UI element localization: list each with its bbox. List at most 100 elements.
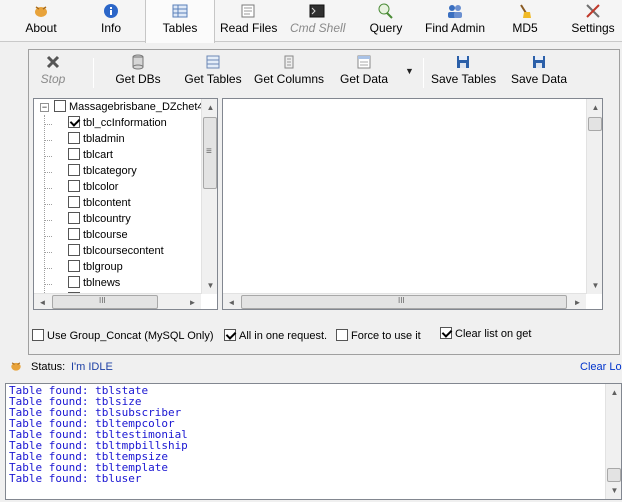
tree-item-checkbox[interactable] — [68, 116, 80, 128]
data-horizontal-scrollbar[interactable]: ◄ III ► — [223, 293, 586, 309]
get-data-button[interactable]: Get Data — [339, 54, 389, 92]
all-in-one-option[interactable]: All in one request. — [224, 329, 327, 343]
tables-tree[interactable]: − Massagebrisbane_DZchet4 tbl_ccInformat… — [33, 98, 218, 310]
scroll-left-arrow[interactable]: ◄ — [223, 294, 240, 309]
tree-item-checkbox[interactable] — [68, 228, 80, 240]
collapse-icon[interactable]: − — [40, 103, 49, 112]
scroll-thumb[interactable] — [607, 468, 621, 482]
tree-item-checkbox[interactable] — [68, 148, 80, 160]
tree-item[interactable]: tbladmin — [68, 132, 125, 148]
tree-item[interactable]: tblcategory — [68, 164, 137, 180]
scroll-up-arrow[interactable]: ▲ — [606, 384, 621, 401]
tree-item-checkbox[interactable] — [68, 196, 80, 208]
scroll-down-arrow[interactable]: ▼ — [587, 277, 602, 294]
tab-md5[interactable]: MD5 — [510, 0, 540, 42]
tree-item-label: tblcart — [83, 149, 113, 161]
log-line: Table found: tbluser — [9, 472, 142, 485]
tree-guide-branch — [45, 140, 52, 141]
tree-horizontal-scrollbar[interactable]: ◄ III ► — [34, 293, 201, 309]
tab-query[interactable]: Query — [368, 0, 404, 42]
scroll-thumb[interactable] — [588, 117, 602, 131]
broom-icon — [520, 4, 531, 18]
tree-guide-branch — [45, 252, 52, 253]
tab-about[interactable]: About — [18, 0, 64, 42]
grip-icon: III — [398, 296, 405, 305]
scroll-thumb[interactable]: ≡ — [203, 117, 217, 189]
tree-item-label: tblcolor — [83, 181, 119, 193]
group-concat-checkbox[interactable] — [32, 329, 44, 341]
tab-find-admin[interactable]: Find Admin — [422, 0, 488, 42]
tree-item[interactable]: tblcart — [68, 148, 113, 164]
tree-item[interactable]: tbl_ccInformation — [68, 116, 167, 132]
scroll-right-arrow[interactable]: ► — [184, 294, 201, 309]
tree-vertical-scrollbar[interactable]: ▲ ≡ ▼ — [201, 99, 217, 294]
clear-list-checkbox[interactable] — [440, 327, 452, 339]
group-concat-option[interactable]: Use Group_Concat (MySQL Only) — [32, 329, 213, 343]
tab-cmd-shell[interactable]: Cmd Shell — [290, 0, 345, 42]
get-data-dropdown-arrow[interactable]: ▼ — [405, 66, 414, 76]
tables-panel: Stop Get DBs Get Tables Get Columns Get … — [28, 49, 620, 355]
terminal-icon — [309, 4, 325, 18]
tree-item-checkbox[interactable] — [68, 212, 80, 224]
tree-item-label: tblgroup — [83, 261, 123, 273]
scroll-right-arrow[interactable]: ► — [569, 294, 586, 309]
scroll-down-arrow[interactable]: ▼ — [606, 482, 621, 499]
tree-item[interactable]: tblnews — [68, 276, 120, 292]
tree-item[interactable]: tblgroup — [68, 260, 123, 276]
data-vertical-scrollbar[interactable]: ▲ ▼ — [586, 99, 602, 294]
tree-item[interactable]: tblcontent — [68, 196, 131, 212]
tree-guide-branch — [45, 284, 52, 285]
scroll-thumb[interactable]: III — [52, 295, 158, 309]
toolbar-separator — [423, 58, 424, 88]
tree-root-label: Massagebrisbane_DZchet4 — [69, 101, 204, 113]
bug-icon — [11, 362, 21, 371]
tree-item-checkbox[interactable] — [68, 276, 80, 288]
tree-item-label: tblcountry — [83, 213, 131, 225]
stop-button[interactable]: Stop — [37, 54, 69, 92]
log-output[interactable]: Table found: tblstate Table found: tblsiz… — [5, 383, 622, 500]
tree-item-checkbox[interactable] — [68, 164, 80, 176]
tab-info[interactable]: Info — [94, 0, 128, 42]
tab-settings[interactable]: Settings — [570, 0, 616, 42]
all-in-one-checkbox[interactable] — [224, 329, 236, 341]
tree-root-checkbox[interactable] — [54, 100, 66, 112]
tools-icon — [586, 4, 600, 18]
scroll-down-arrow[interactable]: ▼ — [202, 277, 217, 294]
tree-guide-branch — [45, 188, 52, 189]
get-columns-button[interactable]: Get Columns — [253, 54, 325, 92]
scroll-thumb[interactable]: III — [241, 295, 567, 309]
tree-item[interactable]: tblcoursecontent — [68, 244, 164, 260]
tree-guide-branch — [45, 220, 52, 221]
clear-list-option[interactable]: Clear list on get — [440, 327, 531, 341]
table-icon — [172, 4, 188, 18]
tree-guide-branch — [45, 236, 52, 237]
bug-icon — [35, 6, 47, 17]
save-data-button[interactable]: Save Data — [511, 54, 567, 92]
force-option[interactable]: Force to use it — [336, 329, 421, 343]
tree-item-checkbox[interactable] — [68, 260, 80, 272]
get-tables-button[interactable]: Get Tables — [183, 54, 243, 92]
scroll-left-arrow[interactable]: ◄ — [34, 294, 51, 309]
tree-item-checkbox[interactable] — [68, 244, 80, 256]
tab-tables[interactable]: Tables — [145, 0, 215, 43]
tab-read-files[interactable]: Read Files — [220, 0, 277, 42]
tree-item[interactable]: tblcourse — [68, 228, 128, 244]
scroll-up-arrow[interactable]: ▲ — [202, 99, 217, 116]
get-dbs-button[interactable]: Get DBs — [113, 54, 163, 92]
force-checkbox[interactable] — [336, 329, 348, 341]
save-tables-button[interactable]: Save Tables — [431, 54, 496, 92]
columns-icon — [284, 55, 294, 69]
data-list[interactable]: ▲ ▼ ◄ III ► — [222, 98, 603, 310]
tree-item-label: tbladmin — [83, 133, 125, 145]
data-sheet-icon — [357, 55, 371, 69]
tree-item[interactable]: tblcolor — [68, 180, 118, 196]
tree-item-label: tblnews — [83, 277, 121, 289]
tree-item-label: tblcontent — [83, 197, 131, 209]
clear-log-link[interactable]: Clear Log — [580, 361, 622, 373]
scroll-up-arrow[interactable]: ▲ — [587, 99, 602, 116]
log-vertical-scrollbar[interactable]: ▲ ▼ — [605, 384, 621, 499]
tree-item-checkbox[interactable] — [68, 180, 80, 192]
tree-item-checkbox[interactable] — [68, 132, 80, 144]
tree-item[interactable]: tblcountry — [68, 212, 131, 228]
stop-icon — [46, 55, 60, 69]
